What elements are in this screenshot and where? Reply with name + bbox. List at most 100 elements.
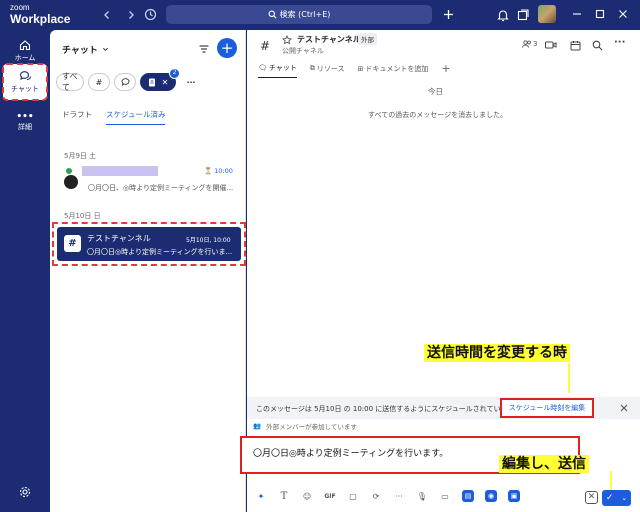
tab-chat[interactable]: 🗨 チャット: [258, 63, 297, 78]
tab-scheduled[interactable]: スケジュール済み: [106, 109, 166, 125]
system-message: すべての過去のメッセージを消去しました。: [368, 111, 508, 119]
schedule-bar: このメッセージは 5月10日 の 10:00 に送信するようにスケジュールされて…: [247, 397, 640, 419]
brand-line2: Workplace: [10, 12, 71, 26]
screenshot-icon[interactable]: ⟳: [368, 488, 384, 504]
panel-title-text: チャット: [62, 46, 98, 56]
people-icon: 👥: [253, 422, 262, 430]
add-tab-button[interactable]: +: [441, 62, 450, 79]
confirm-send-button[interactable]: ✓ ⌄: [602, 490, 631, 506]
app-icon-1[interactable]: ▤: [460, 488, 476, 504]
chat-bubble-icon: 🗨: [258, 64, 267, 72]
list-item[interactable]: ⏳ 10:00 〇月〇日、◎時より定例ミーティングを開催...: [58, 163, 238, 197]
gear-icon[interactable]: [18, 485, 32, 499]
tab-add-document[interactable]: ⊞ ドキュメントを追加: [357, 64, 428, 78]
scheduled-time: 5月10日, 10:00: [186, 237, 231, 244]
date-header: 5月9日 土: [64, 152, 97, 160]
calendar-icon[interactable]: [569, 39, 581, 51]
emoji-icon[interactable]: ☺: [299, 488, 315, 504]
bell-icon[interactable]: [496, 8, 509, 22]
plus-icon[interactable]: [441, 7, 455, 21]
search-icon[interactable]: [591, 39, 603, 51]
forward-arrow-icon[interactable]: [124, 8, 138, 22]
sidebar-item-home[interactable]: ホーム: [4, 34, 46, 68]
annotation-change-time: 送信時間を変更する時: [424, 344, 570, 362]
app-icon-2[interactable]: ◉: [483, 488, 499, 504]
app-icon-3[interactable]: ▣: [506, 488, 522, 504]
tab-label: ドキュメントを追加: [365, 64, 429, 73]
files-icon: ⧉: [309, 64, 315, 72]
attach-icon[interactable]: ▢: [345, 488, 361, 504]
external-members-note: 👥 外部メンバーが参加しています: [253, 421, 357, 431]
more-dots-icon[interactable]: ···: [391, 488, 407, 504]
hash-icon: #: [64, 235, 81, 252]
close-icon[interactable]: ✕: [162, 78, 169, 87]
channel-tabs: 🗨 チャット ⧉ リソース ⊞ ドキュメントを追加 +: [258, 62, 451, 79]
chat-main: # テストチャンネル 外部 公開チャネル 3 ··· 🗨 チャット ⧉ リソース ⊞…: [240, 30, 640, 512]
close-icon[interactable]: [617, 8, 629, 20]
hash-icon: #: [260, 39, 271, 53]
message-input-text[interactable]: 〇月〇日◎時より定例ミーティングを行います。: [253, 446, 448, 459]
members-button[interactable]: 3: [522, 40, 537, 48]
panel-title[interactable]: チャット: [62, 43, 109, 56]
window-icon[interactable]: [516, 8, 529, 21]
tab-label: リソース: [316, 64, 345, 73]
back-arrow-icon[interactable]: [100, 8, 114, 22]
video-message-icon[interactable]: ▭: [437, 488, 453, 504]
search-placeholder: 検索 (Ctrl+E): [279, 10, 331, 19]
search-bar[interactable]: 検索 (Ctrl+E): [166, 5, 432, 24]
callout-connector: [568, 363, 570, 393]
more-dots-icon: •••: [16, 112, 34, 122]
filter-dms[interactable]: [114, 73, 136, 91]
chat-bubble-icon: [19, 70, 32, 82]
channel-subtitle: 公開チャネル: [282, 47, 324, 55]
new-chat-button[interactable]: +: [217, 38, 237, 58]
sidebar-item-label: チャット: [11, 85, 39, 93]
member-count: 3: [533, 40, 538, 48]
external-badge: 外部: [358, 33, 377, 45]
sidebar-item-label: ホーム: [14, 54, 36, 62]
date-divider: 今日: [428, 87, 443, 96]
time-text: 10:00: [214, 167, 233, 175]
video-icon[interactable]: [545, 39, 557, 50]
message-preview: 〇月〇日、◎時より定例ミーティングを開催...: [88, 184, 234, 192]
more-dots-icon[interactable]: ···: [180, 73, 202, 91]
schedule-message: このメッセージは 5月10日 の 10:00 に送信するようにスケジュールされて…: [256, 405, 521, 413]
history-icon[interactable]: [143, 7, 157, 21]
sidebar-item-chat[interactable]: チャット: [2, 63, 48, 101]
close-icon[interactable]: [619, 403, 629, 413]
sidebar-item-more[interactable]: ••• 詳細: [4, 106, 46, 140]
avatar[interactable]: [538, 5, 556, 23]
home-icon: [19, 39, 31, 51]
check-icon: ✓: [605, 493, 614, 503]
minimize-icon[interactable]: [571, 8, 583, 20]
maximize-icon[interactable]: [594, 8, 606, 20]
tab-draft[interactable]: ドラフト: [62, 109, 92, 125]
note-text: 外部メンバーが参加しています: [266, 423, 357, 431]
status-dot: [66, 168, 72, 174]
text-format-icon[interactable]: T: [276, 488, 292, 504]
tab-resources[interactable]: ⧉ リソース: [310, 64, 345, 78]
app-logo: zoom Workplace: [10, 3, 70, 26]
ai-sparkle-icon[interactable]: ✦: [253, 488, 269, 504]
more-dots-icon[interactable]: ···: [614, 37, 625, 48]
edit-schedule-button[interactable]: スケジュール時刻を編集: [500, 398, 594, 418]
filter-icon[interactable]: [197, 42, 210, 55]
filter-all[interactable]: すべて: [56, 72, 84, 92]
tab-label: チャット: [268, 64, 297, 72]
subtabs: ドラフト スケジュール済み: [62, 109, 166, 125]
channel-title: テストチャンネル: [297, 35, 361, 44]
composer-toolbar: ✦ T ☺ GIF ▢ ⟳ ··· 🎙 ▭ ▤ ◉ ▣: [253, 488, 522, 504]
star-icon[interactable]: [282, 35, 292, 45]
list-item-selected[interactable]: # テストチャンネル 5月10日, 10:00 〇月〇日◎時より定例ミーティング…: [52, 222, 246, 266]
gif-icon[interactable]: GIF: [322, 488, 338, 504]
filter-chips: すべて # ✕ 2 ···: [56, 68, 202, 92]
cancel-edit-button[interactable]: ✕: [585, 491, 598, 504]
microphone-icon[interactable]: 🎙: [414, 488, 430, 504]
list-item-body: # テストチャンネル 5月10日, 10:00 〇月〇日◎時より定例ミーティング…: [57, 227, 241, 261]
filter-channels[interactable]: #: [88, 73, 110, 91]
message-preview: 〇月〇日◎時より定例ミーティングを行いま...: [87, 248, 233, 256]
people-icon: [522, 40, 532, 48]
channel-name: テストチャンネル: [87, 234, 151, 243]
filter-scheduled[interactable]: ✕ 2: [140, 68, 180, 91]
sidebar-item-label: 詳細: [18, 123, 32, 131]
